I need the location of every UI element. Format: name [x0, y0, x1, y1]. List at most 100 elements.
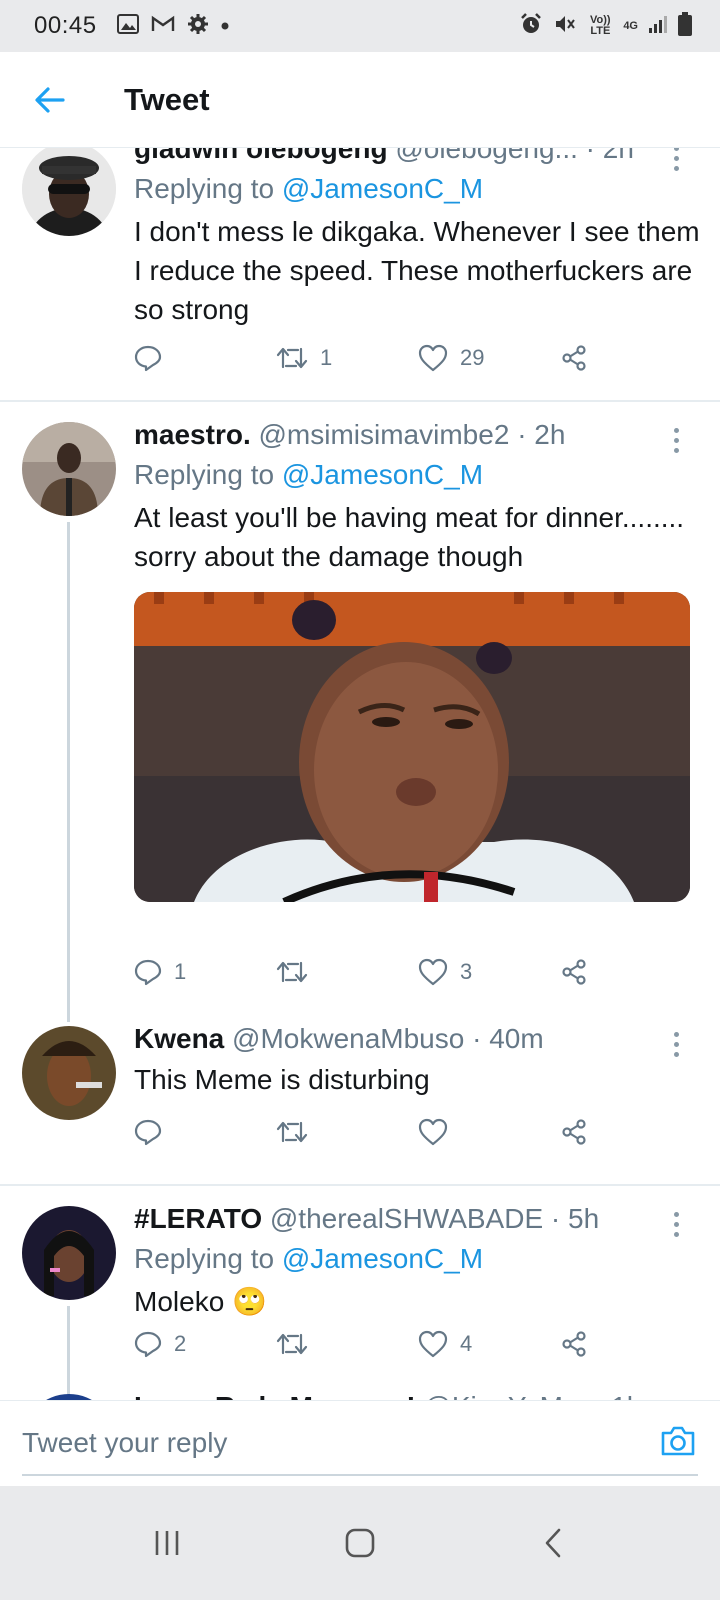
tweet-text: At least you'll be having meat for dinne… [134, 502, 685, 572]
page-title: Tweet [124, 81, 210, 117]
avatar[interactable] [22, 1206, 116, 1300]
tweet-actions: 1 29 [134, 338, 614, 378]
display-name[interactable]: #LERATO [134, 1203, 262, 1234]
tweet-actions: 1 3 [134, 952, 614, 992]
like-button[interactable]: 3 [418, 952, 472, 992]
timestamp: · 5h [550, 1203, 600, 1234]
reply-icon [134, 345, 162, 372]
replying-to: Replying to @JamesonC_M [134, 456, 700, 494]
tweet-header: #LERATO @therealSHWABADE · 5h [134, 1202, 700, 1236]
back-arrow-icon [35, 86, 65, 113]
status-time: 00:45 [34, 12, 97, 39]
mute-icon [553, 12, 577, 41]
tweet-header: gladwin olebogeng @olebogeng... · 2h [134, 148, 700, 166]
camera-icon [661, 1426, 695, 1456]
display-name[interactable]: Kwena [134, 1023, 224, 1054]
share-icon [562, 345, 586, 371]
reply-button[interactable]: 2 [134, 1324, 186, 1364]
reply-tweet[interactable]: gladwin olebogeng @olebogeng... · 2h Rep… [0, 148, 720, 402]
heart-icon [418, 958, 448, 986]
mention-link[interactable]: @JamesonC_M [282, 459, 483, 490]
like-count: 3 [460, 959, 473, 984]
mention-link[interactable]: @JamesonC_M [282, 173, 483, 204]
mention-link[interactable]: @JamesonC_M [282, 1243, 483, 1274]
avatar[interactable] [22, 1026, 116, 1120]
timestamp: · 2h [585, 148, 634, 164]
reply-tweet[interactable]: Kwena @MokwenaMbuso · 40m This Meme is d… [0, 1018, 720, 1186]
share-icon [562, 1119, 586, 1145]
input-underline [22, 1474, 698, 1476]
status-bar: 00:45 Vo)) LTE 4G [0, 0, 720, 52]
top-app-bar: Tweet [0, 52, 720, 148]
battery-icon [678, 11, 692, 41]
heart-icon [418, 344, 448, 372]
tweet-image[interactable] [134, 592, 690, 902]
avatar[interactable] [22, 148, 116, 236]
reply-icon [134, 1119, 162, 1146]
reply-tweet[interactable]: #LERATO @therealSHWABADE · 5h Replying t… [0, 1186, 720, 1396]
replying-label: Replying to [134, 173, 282, 204]
display-name[interactable]: maestro. [134, 419, 251, 450]
reply-composer: Tweet your reply [0, 1400, 720, 1486]
retweet-button[interactable] [276, 952, 320, 992]
camera-button[interactable] [660, 1425, 696, 1462]
reply-tweet[interactable]: maestro. @msimisimavimbe2 · 2h Replying … [0, 402, 720, 1022]
replying-label: Replying to [134, 459, 282, 490]
avatar[interactable] [22, 422, 116, 516]
gmail-icon [151, 15, 175, 38]
tweet-actions [134, 1112, 614, 1152]
share-button[interactable] [560, 338, 588, 378]
replying-to: Replying to @JamesonC_M [134, 170, 700, 208]
back-nav-button[interactable] [523, 1513, 583, 1573]
thread-line [67, 1306, 70, 1396]
tweet-actions: 2 4 [134, 1324, 614, 1364]
reply-icon [134, 1331, 162, 1358]
gallery-icon [116, 13, 139, 39]
share-button[interactable] [560, 1112, 588, 1152]
reply-button[interactable]: 1 [134, 952, 186, 992]
retweet-button[interactable] [276, 1324, 320, 1364]
recents-button[interactable] [137, 1513, 197, 1573]
share-button[interactable] [560, 952, 588, 992]
retweet-button[interactable]: 1 [276, 338, 332, 378]
like-count: 29 [460, 345, 485, 370]
tweet-text: Moleko 🙄 [134, 1286, 267, 1317]
display-name[interactable]: gladwin olebogeng [134, 148, 388, 164]
tweet-header: maestro. @msimisimavimbe2 · 2h [134, 418, 700, 452]
tweet-text: This Meme is disturbing [134, 1064, 430, 1095]
handle[interactable]: @therealSHWABADE [270, 1203, 543, 1234]
replying-to: Replying to @JamesonC_M [134, 1240, 700, 1278]
alarm-icon [519, 12, 543, 41]
home-button[interactable] [330, 1513, 390, 1573]
thread-line [67, 522, 70, 1022]
reply-input[interactable]: Tweet your reply [22, 1427, 227, 1459]
back-button[interactable] [26, 76, 74, 124]
retweet-button[interactable] [276, 1112, 320, 1152]
timestamp: · 2h [517, 419, 566, 450]
replies-feed[interactable]: gladwin olebogeng @olebogeng... · 2h Rep… [0, 148, 720, 1426]
handle[interactable]: @olebogeng... [395, 148, 578, 164]
system-nav-bar [0, 1486, 720, 1600]
replying-label: Replying to [134, 1243, 282, 1274]
reply-count: 2 [174, 1331, 187, 1356]
home-icon [345, 1528, 375, 1558]
retweet-icon [276, 1121, 308, 1143]
chevron-left-icon [546, 1528, 561, 1558]
share-icon [562, 959, 586, 985]
like-button[interactable]: 29 [418, 338, 484, 378]
retweet-icon [276, 961, 308, 983]
share-icon [562, 1331, 586, 1357]
like-button[interactable] [418, 1112, 460, 1152]
reply-count: 1 [174, 959, 187, 984]
4g-icon: 4G [623, 19, 638, 32]
reply-button[interactable] [134, 338, 174, 378]
reply-button[interactable] [134, 1112, 174, 1152]
retweet-count: 1 [320, 345, 333, 370]
retweet-icon [276, 347, 308, 369]
handle[interactable]: @msimisimavimbe2 [259, 419, 510, 450]
handle[interactable]: @MokwenaMbuso [232, 1023, 464, 1054]
heart-icon [418, 1118, 448, 1146]
like-button[interactable]: 4 [418, 1324, 472, 1364]
heart-icon [418, 1330, 448, 1358]
share-button[interactable] [560, 1324, 588, 1364]
